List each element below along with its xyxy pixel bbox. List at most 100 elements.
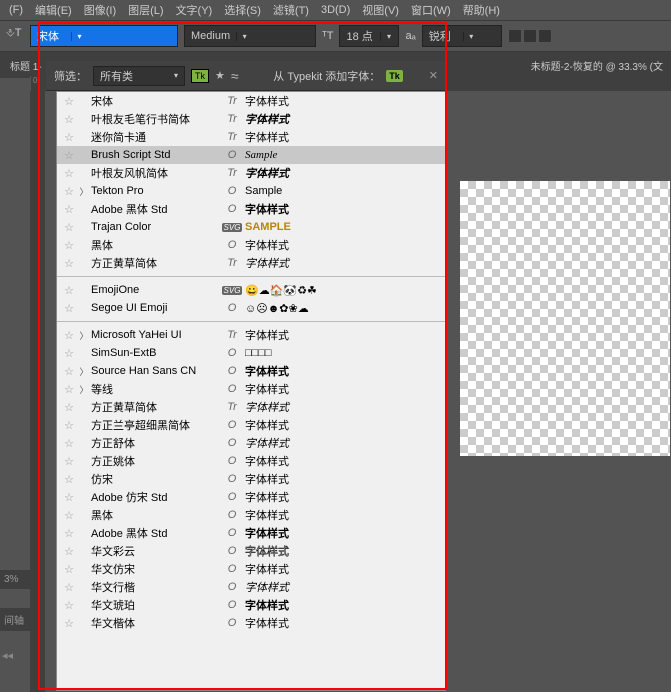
menu-item[interactable]: 窗口(W) [406,0,456,20]
star-icon[interactable]: ☆ [61,347,77,360]
typekit-add-button[interactable]: Tk [386,70,403,82]
font-list-item[interactable]: ☆〉Microsoft YaHei UITr字体样式 [57,326,445,344]
menu-item[interactable]: 帮助(H) [458,0,505,20]
menu-item[interactable]: 3D(D) [316,2,355,18]
font-list-item[interactable]: ☆Trajan ColorSVGSAMPLE [57,218,445,236]
font-list-item[interactable]: ☆叶根友毛笔行书简体Tr字体样式 [57,110,445,128]
font-list-item[interactable]: ☆方正姚体O字体样式 [57,452,445,470]
font-sample: 字体样式 [245,111,441,127]
star-icon[interactable]: ☆ [61,617,77,630]
star-icon[interactable]: ☆ [61,113,77,126]
star-icon[interactable]: ☆ [61,599,77,612]
font-list-item[interactable]: ☆方正兰亭超细黑简体O字体样式 [57,416,445,434]
close-icon[interactable]: ✕ [429,69,438,82]
font-list-item[interactable]: ☆〉Tekton ProOSample [57,182,445,200]
star-icon[interactable]: ☆ [61,509,77,522]
font-list-item[interactable]: ☆仿宋O字体样式 [57,470,445,488]
star-icon[interactable]: ☆ [61,401,77,414]
favorite-filter-icon[interactable]: ★ [215,69,225,82]
font-list-item[interactable]: ☆Adobe 仿宋 StdO字体样式 [57,488,445,506]
tab-doc1[interactable]: 标题 1- [2,54,50,77]
font-list-item[interactable]: ☆黑体O字体样式 [57,236,445,254]
font-weight-select[interactable]: Medium▾ [184,25,316,47]
font-family-select[interactable]: 宋体▾ [30,25,178,47]
font-list-item[interactable]: ☆Adobe 黑体 StdO字体样式 [57,524,445,542]
font-list-item[interactable]: ☆华文楷体O字体样式 [57,614,445,632]
star-icon[interactable]: ☆ [61,419,77,432]
star-icon[interactable]: ☆ [61,383,77,396]
font-sample: 字体样式 [245,93,441,109]
font-list-item[interactable]: ☆EmojiOneSVG😀☁🏠🐼♻☘ [57,281,445,299]
font-dropdown-list[interactable]: ☆宋体Tr字体样式☆叶根友毛笔行书简体Tr字体样式☆迷你简卡通Tr字体样式☆Br… [56,91,446,691]
panel-collapse-icon[interactable]: ◂◂ [2,649,13,662]
star-icon[interactable]: ☆ [61,365,77,378]
star-icon[interactable]: ☆ [61,455,77,468]
filter-class-select[interactable]: 所有类▾ [93,66,185,86]
font-sample: 字体样式 [245,597,441,613]
star-icon[interactable]: ☆ [61,545,77,558]
star-icon[interactable]: ☆ [61,284,77,297]
font-list-item[interactable]: ☆方正舒体O字体样式 [57,434,445,452]
font-list-item[interactable]: ☆华文琥珀O字体样式 [57,596,445,614]
font-sample: 字体样式 [245,129,441,145]
font-list-item[interactable]: ☆〉Source Han Sans CNO字体样式 [57,362,445,380]
font-type-icon: O [221,527,243,539]
menu-item[interactable]: 滤镜(T) [268,0,314,20]
chevron-down-icon: ▾ [174,71,178,80]
star-icon[interactable]: ☆ [61,491,77,504]
menu-item[interactable]: 编辑(E) [30,0,77,20]
menu-item[interactable]: (F) [4,2,28,18]
antialias-select[interactable]: 锐利▾ [422,25,502,47]
font-size-select[interactable]: 18 点▾ [339,25,399,47]
star-icon[interactable]: ☆ [61,221,77,234]
font-type-icon: O [221,509,243,521]
font-list-item[interactable]: ☆叶根友风帆简体Tr字体样式 [57,164,445,182]
text-tool-icon: ⎀T [6,27,24,45]
font-list-item[interactable]: ☆黑体O字体样式 [57,506,445,524]
menu-item[interactable]: 文字(Y) [171,0,218,20]
font-list-item[interactable]: ☆宋体Tr字体样式 [57,92,445,110]
star-icon[interactable]: ☆ [61,185,77,198]
star-icon[interactable]: ☆ [61,302,77,315]
font-list-item[interactable]: ☆华文彩云O字体样式 [57,542,445,560]
star-icon[interactable]: ☆ [61,329,77,342]
typekit-filter-icon[interactable]: Tk [191,69,209,83]
menu-item[interactable]: 视图(V) [357,0,404,20]
star-icon[interactable]: ☆ [61,149,77,162]
font-list-item[interactable]: ☆〉等线O字体样式 [57,380,445,398]
font-list-item[interactable]: ☆华文行楷O字体样式 [57,578,445,596]
font-sample: 字体样式 [245,561,441,577]
star-icon[interactable]: ☆ [61,239,77,252]
font-list-item[interactable]: ☆Adobe 黑体 StdO字体样式 [57,200,445,218]
font-type-icon: SVG [221,221,243,233]
star-icon[interactable]: ☆ [61,203,77,216]
star-icon[interactable]: ☆ [61,563,77,576]
menu-item[interactable]: 图层(L) [123,0,168,20]
font-list-item[interactable]: ☆Segoe UI EmojiO☺☹☻✿❀☁ [57,299,445,317]
font-list-item[interactable]: ☆迷你简卡通Tr字体样式 [57,128,445,146]
font-sample: 字体样式 [245,471,441,487]
star-icon[interactable]: ☆ [61,473,77,486]
star-icon[interactable]: ☆ [61,527,77,540]
star-icon[interactable]: ☆ [61,95,77,108]
font-type-icon: O [221,437,243,449]
font-list-item[interactable]: ☆Brush Script StdOSample [57,146,445,164]
text-align-group[interactable] [508,29,552,43]
star-icon[interactable]: ☆ [61,131,77,144]
star-icon[interactable]: ☆ [61,257,77,270]
font-type-icon: Tr [221,401,243,413]
similar-filter-icon[interactable]: ≈ [231,68,239,84]
tab-doc2[interactable]: 未标题-2-恢复的 @ 33.3% (文 [523,54,671,77]
menu-item[interactable]: 选择(S) [219,0,266,20]
font-sample: 字体样式 [245,201,441,217]
font-list-item[interactable]: ☆方正黄草简体Tr字体样式 [57,398,445,416]
star-icon[interactable]: ☆ [61,167,77,180]
star-icon[interactable]: ☆ [61,581,77,594]
canvas[interactable] [460,181,670,456]
font-list-item[interactable]: ☆SimSun-ExtBO□□□□ [57,344,445,362]
font-type-icon: O [221,302,243,314]
menu-item[interactable]: 图像(I) [79,0,121,20]
font-list-item[interactable]: ☆华文仿宋O字体样式 [57,560,445,578]
star-icon[interactable]: ☆ [61,437,77,450]
font-list-item[interactable]: ☆方正黄草简体Tr字体样式 [57,254,445,272]
